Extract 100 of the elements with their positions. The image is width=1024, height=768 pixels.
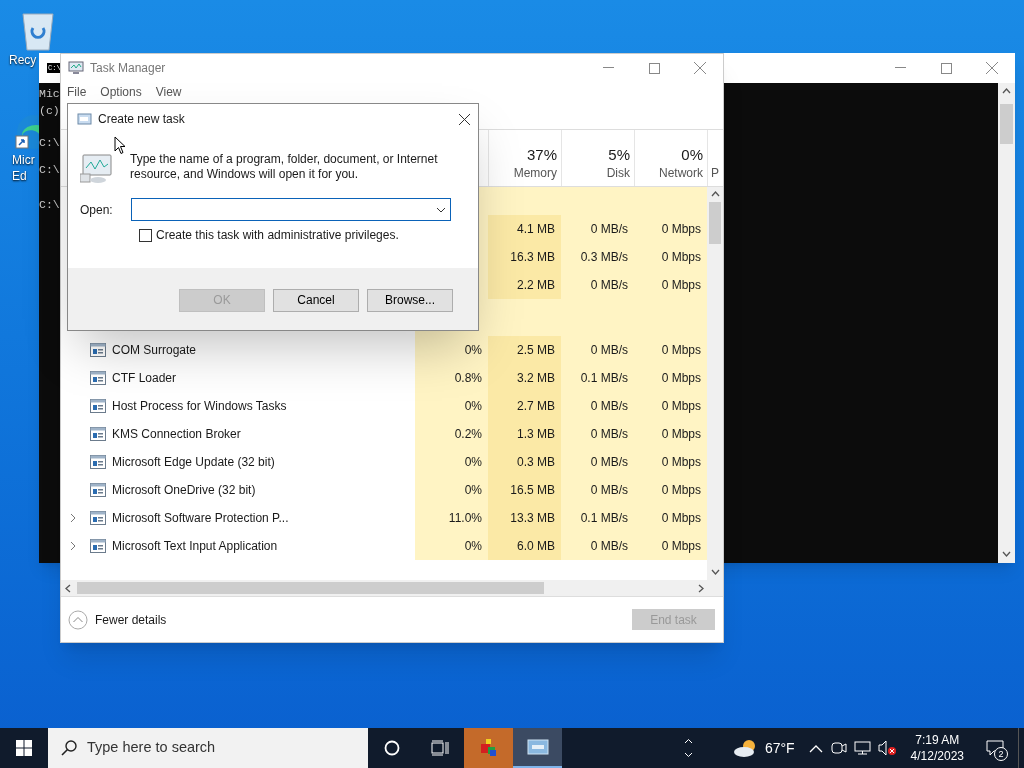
fewer-details-button[interactable]: Fewer details: [68, 609, 167, 630]
menu-item[interactable]: View: [155, 83, 182, 101]
scrollbar[interactable]: [998, 83, 1015, 563]
app-window-icon: [90, 511, 106, 525]
chevron-up-icon[interactable]: [808, 743, 823, 753]
scroll-down-icon[interactable]: [710, 568, 720, 577]
network-icon[interactable]: [853, 740, 871, 756]
search-field[interactable]: Type here to search: [48, 728, 368, 768]
monitor-icon: [68, 61, 84, 75]
icon-label: Recy: [9, 52, 37, 68]
task-view-icon: [431, 740, 449, 756]
process-name: Microsoft Edge Update (32 bit): [112, 454, 275, 471]
table-cell: 0 Mbps: [634, 504, 707, 532]
scrollbar-thumb[interactable]: [1000, 104, 1013, 144]
process-name: CTF Loader: [112, 370, 177, 387]
notification-badge: 2: [994, 747, 1008, 761]
minimize-icon: [894, 67, 906, 69]
table-cell: 0 Mbps: [634, 392, 707, 420]
scrollbar-thumb[interactable]: [709, 202, 721, 244]
table-cell: 2.7 MB: [488, 392, 561, 420]
circle-icon: [384, 740, 400, 756]
table-cell: 4.1 MB: [488, 215, 561, 243]
table-cell: 0.3 MB/s: [561, 243, 634, 271]
icon-label: Ed: [12, 168, 27, 184]
table-cell: 0.1 MB/s: [561, 364, 634, 392]
app-window-icon: [90, 455, 106, 469]
table-cell: 0 Mbps: [634, 532, 707, 560]
maximize-icon: [940, 62, 952, 74]
table-cell: 0%: [415, 532, 488, 560]
window-icon: [526, 738, 549, 756]
process-name: Host Process for Windows Tasks: [112, 398, 287, 415]
table-cell: 0 Mbps: [634, 243, 707, 271]
table-cell: 0 MB/s: [561, 420, 634, 448]
run-icon: [77, 113, 92, 125]
column-header[interactable]: P: [707, 130, 723, 186]
scroll-down-icon[interactable]: [1002, 550, 1011, 559]
table-cell: 0 MB/s: [561, 215, 634, 243]
speaker-muted-icon[interactable]: [877, 740, 897, 756]
column-header[interactable]: 5% Disk: [561, 130, 634, 186]
table-cell: 0 Mbps: [634, 336, 707, 364]
scroll-up-icon[interactable]: [710, 190, 720, 199]
chevron-up-icon: [68, 609, 88, 630]
app-window-icon: [90, 343, 106, 357]
console-line: (c): [39, 103, 60, 119]
dialog-button[interactable]: Browse...: [367, 288, 453, 312]
scrollbar-thumb[interactable]: [77, 582, 544, 594]
scroll-left-icon[interactable]: [64, 583, 73, 593]
table-cell: 0%: [415, 392, 488, 420]
table-cell: 3.2 MB: [488, 364, 561, 392]
table-cell: 11.0%: [415, 504, 488, 532]
app-window-icon: [90, 483, 106, 497]
column-header[interactable]: 0% Network: [634, 130, 707, 186]
table-cell: 0 Mbps: [634, 271, 707, 299]
scrollbar[interactable]: [61, 580, 723, 596]
open-combobox[interactable]: [131, 198, 451, 221]
clock[interactable]: 7:19 AM 4/12/2023: [902, 728, 972, 768]
notifications-button[interactable]: 2: [972, 728, 1018, 768]
table-cell: 1.3 MB: [488, 420, 561, 448]
scrollbar[interactable]: [707, 187, 723, 580]
console-line: C:\: [39, 162, 60, 178]
minimize-icon: [602, 67, 614, 69]
table-cell: 0 MB/s: [561, 476, 634, 504]
scroll-right-icon[interactable]: [697, 583, 706, 593]
table-cell: 0 Mbps: [634, 476, 707, 504]
chevron-right-icon[interactable]: [70, 541, 76, 551]
process-name: KMS Connection Broker: [112, 426, 241, 443]
app-window-icon: [90, 399, 106, 413]
process-name: Microsoft Software Protection P...: [112, 510, 289, 527]
window-title: Task Manager: [90, 60, 166, 77]
table-cell: 0%: [415, 476, 488, 504]
windows-logo-icon: [16, 740, 32, 756]
menu-item[interactable]: Options: [100, 83, 142, 101]
table-cell: 0.3 MB: [488, 448, 561, 476]
table-cell: 0 Mbps: [634, 364, 707, 392]
weather-button[interactable]: 67°F: [724, 728, 803, 768]
chevron-down-icon: [684, 752, 694, 758]
table-cell: 0.1 MB/s: [561, 504, 634, 532]
table-cell: 16.3 MB: [488, 243, 561, 271]
process-name: Microsoft OneDrive (32 bit): [112, 482, 256, 499]
table-cell: 0 Mbps: [634, 215, 707, 243]
chevron-right-icon[interactable]: [70, 513, 76, 523]
computer-icon: [80, 152, 113, 184]
dialog-button[interactable]: Cancel: [273, 288, 359, 312]
table-cell: 0.8%: [415, 364, 488, 392]
close-icon[interactable]: [459, 113, 470, 125]
table-cell: 13.3 MB: [488, 504, 561, 532]
table-cell: 2.2 MB: [488, 271, 561, 299]
menu-item[interactable]: File: [67, 83, 87, 101]
dialog-prompt: Type the name of a program, folder, document, or Internet resource, and Windows will open it for you.: [130, 152, 439, 183]
checkbox[interactable]: [139, 228, 152, 242]
close-icon: [986, 62, 998, 74]
table-cell: 6.0 MB: [488, 532, 561, 560]
taskbar-app-button[interactable]: [513, 728, 562, 768]
table-cell: 0 Mbps: [634, 448, 707, 476]
dialog-title: Create new task: [98, 111, 185, 128]
meet-icon[interactable]: [829, 740, 847, 756]
console-line: Mic: [39, 86, 60, 102]
scroll-up-icon[interactable]: [1002, 87, 1011, 96]
table-cell: 0%: [415, 336, 488, 364]
column-header[interactable]: 37% Memory: [488, 130, 561, 186]
